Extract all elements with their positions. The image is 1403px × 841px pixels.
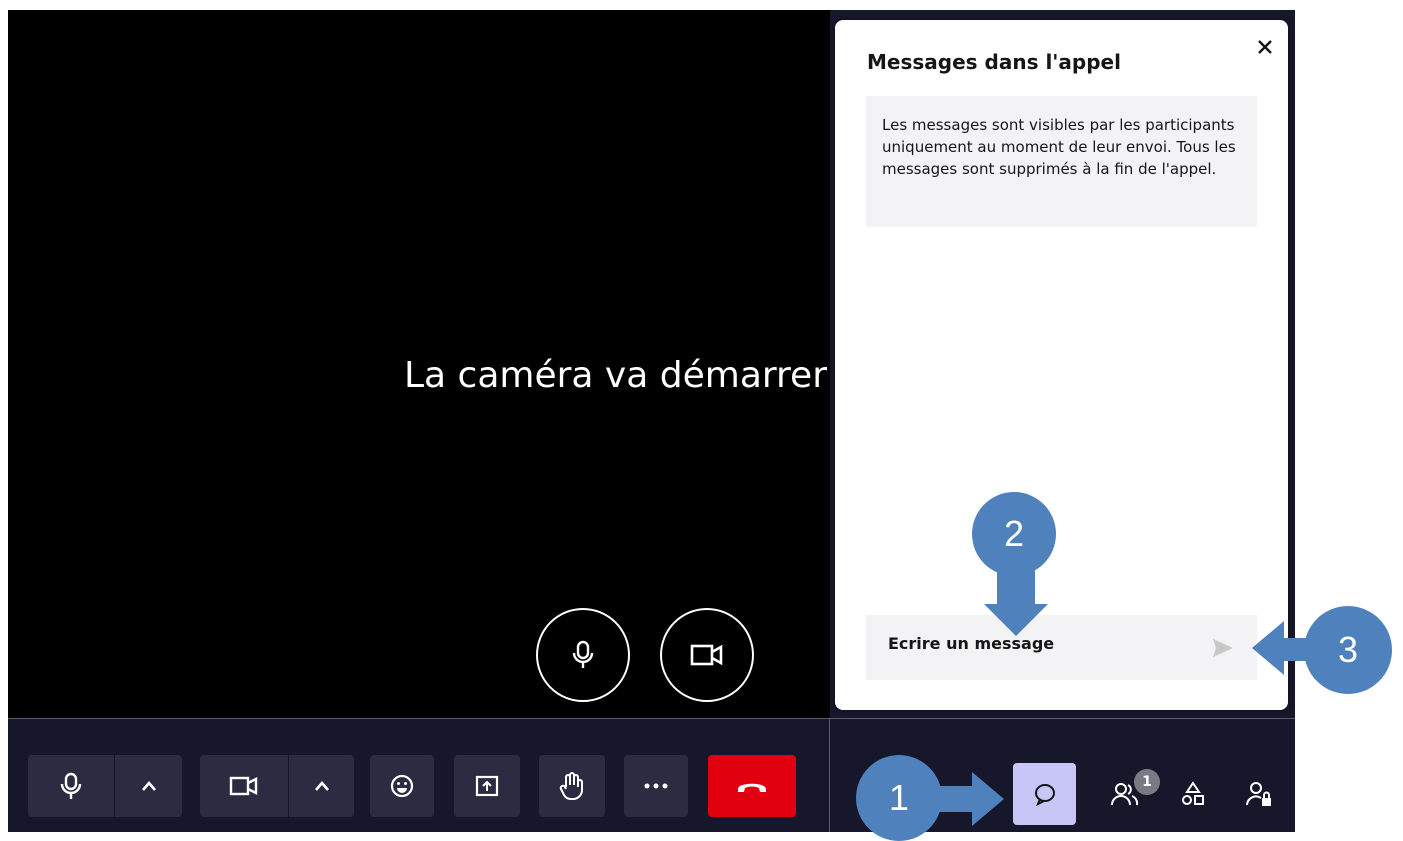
close-button[interactable]	[1250, 32, 1280, 62]
annotation-marker-1: 1	[856, 755, 942, 841]
chat-button[interactable]	[1013, 763, 1076, 825]
video-camera-icon	[690, 644, 723, 666]
camera-options-button[interactable]	[288, 755, 354, 817]
microphone-icon	[60, 772, 82, 799]
send-button[interactable]	[1208, 633, 1238, 663]
hang-up-button[interactable]	[708, 755, 796, 817]
camera-status-text: La caméra va démarrer	[404, 355, 827, 396]
overlay-mic-button[interactable]	[536, 608, 630, 702]
raise-hand-button[interactable]	[539, 755, 605, 817]
close-icon	[1258, 40, 1272, 54]
user-lock-icon	[1246, 782, 1271, 806]
hang-up-icon	[738, 783, 766, 792]
send-icon	[1213, 639, 1233, 657]
microphone-options-button[interactable]	[114, 755, 182, 817]
annotation-marker-3: 3	[1304, 606, 1392, 694]
participants-count-badge: 1	[1134, 769, 1160, 795]
camera-button[interactable]	[200, 755, 288, 817]
toolbar-vertical-divider	[829, 718, 830, 832]
more-options-button[interactable]	[624, 755, 688, 817]
shapes-icon	[1182, 781, 1204, 805]
annotation-marker-2: 2	[972, 492, 1056, 576]
microphone-button[interactable]	[28, 755, 114, 817]
emoji-icon	[390, 774, 414, 798]
reactions-button[interactable]	[370, 755, 434, 817]
chat-info-notice: Les messages sont visibles par les parti…	[866, 96, 1257, 227]
video-area: La caméra va démarrer	[8, 10, 830, 718]
chevron-up-icon	[141, 781, 156, 791]
overlay-camera-button[interactable]	[660, 608, 754, 702]
raise-hand-icon	[559, 772, 583, 801]
screen-share-icon	[475, 775, 499, 797]
host-controls-button[interactable]	[1232, 765, 1286, 823]
chat-panel: Messages dans l'appel Les messages sont …	[835, 20, 1288, 710]
chevron-up-icon	[314, 781, 329, 791]
activities-button[interactable]	[1166, 765, 1220, 823]
microphone-icon	[572, 640, 594, 668]
message-input[interactable]: Ecrire un message	[866, 615, 1257, 680]
message-input-placeholder: Ecrire un message	[888, 634, 1055, 653]
toolbar-divider	[8, 718, 1295, 719]
more-icon	[644, 783, 668, 789]
chat-bubble-icon	[1034, 784, 1055, 806]
chat-panel-title: Messages dans l'appel	[867, 50, 1121, 74]
video-camera-icon	[229, 776, 258, 796]
screen-share-button[interactable]	[454, 755, 520, 817]
